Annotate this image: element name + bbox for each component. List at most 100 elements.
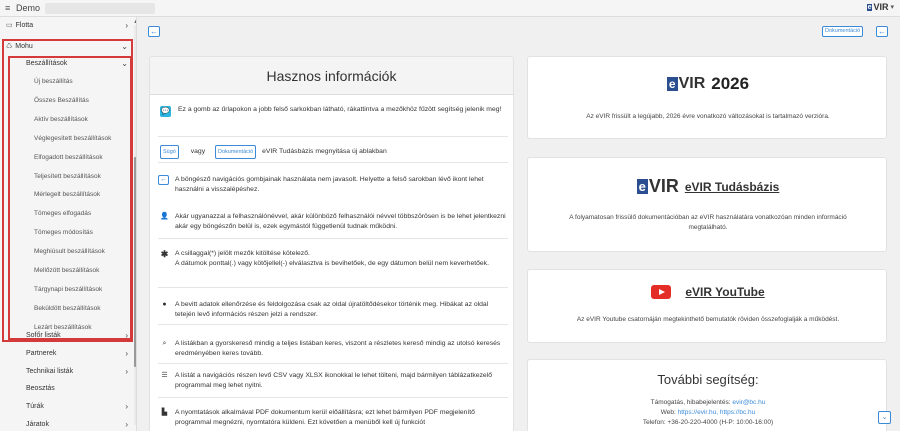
youtube-card[interactable]: eVIR YouTube Az eVIR Youtube csatornáján… — [527, 269, 887, 343]
sidebar-subitem-label: Véglegesített beszállítások — [34, 134, 112, 142]
sidebar-subitem-label: Tömeges módosítás — [34, 229, 93, 237]
back-button[interactable]: ← — [148, 26, 160, 37]
asterisk-icon: ✱ — [160, 249, 169, 259]
sidebar-subitem[interactable]: Mellőzött beszállítások — [0, 267, 132, 274]
support-email-link[interactable]: evir@bc.hu — [732, 399, 765, 406]
sidebar-item-label: Technikai listák — [26, 367, 74, 375]
sidebar-subitem[interactable]: Lezárt beszállítások — [0, 324, 132, 331]
back-button-right[interactable]: ← — [876, 26, 888, 37]
sidebar-subitem-label: Lezárt beszállítások — [34, 323, 92, 331]
info-item-back: ← A böngésző navigációs gombjainak haszn… — [158, 175, 484, 193]
sidebar-subitem[interactable]: Tömeges elfogadás — [0, 210, 132, 217]
sidebar-subitem[interactable]: Beküldött beszállítások — [0, 305, 132, 312]
sidebar-subitem[interactable]: Új beszállítás — [0, 78, 132, 85]
back-arrow-icon: ← — [158, 175, 169, 185]
info-item-list: ☰ A listát a navigációs részen levő CSV … — [161, 372, 492, 389]
sidebar-subitem[interactable]: Tárgynapi beszállítások — [0, 286, 132, 293]
sidebar-item-beszallitasok[interactable]: Beszállítások ⌄ — [0, 59, 132, 68]
sidebar-item[interactable]: Partnerek › — [0, 348, 132, 358]
further-help-card: További segítség: Támogatás, hibabejelen… — [527, 359, 887, 431]
sidebar-item[interactable]: Technikai listák › — [0, 366, 132, 376]
chevron-right-icon: › — [125, 348, 128, 358]
knowledge-base-card[interactable]: e VIR eVIR Tudásbázis A folyamatosan fris… — [527, 157, 887, 252]
info-item-user: 👤 Akár ugyanazzal a felhasználónévvel, a… — [160, 213, 506, 230]
sidebar-subitem-label: Aktív beszállítások — [34, 115, 88, 123]
sidebar-item-label: Flotta — [15, 21, 34, 29]
evir-logo-icon: e VIR — [636, 176, 679, 196]
sidebar-item-label: Sofőr listák — [26, 332, 61, 339]
sidebar-item-label: Túrák — [26, 403, 44, 411]
chevron-down-icon[interactable]: ▾ — [890, 3, 894, 11]
sidebar-item[interactable]: Sofőr listák › — [0, 331, 132, 340]
chevron-down-icon: ⌄ — [121, 41, 128, 51]
blurred-company-name — [45, 2, 156, 14]
info-icon: ● — [162, 301, 167, 308]
sidebar-item-mohu[interactable]: ♺ Mohu ⌄ — [0, 41, 132, 51]
sidebar-subitem-label: Teljesített beszállítások — [34, 172, 101, 180]
page-title: Hasznos információk — [150, 57, 513, 95]
evir-2026-logo: e VIR 2026 — [666, 74, 750, 93]
info-item-help: Ez a gomb az űrlapokon a jobb felső sark… — [178, 106, 502, 113]
sidebar-subitem-label: Tömeges elfogadás — [34, 210, 92, 218]
evir-2026-description: Az eVIR frissült a legújabb, 2026 évre v… — [586, 113, 830, 120]
chevron-right-icon: › — [125, 420, 128, 429]
car-icon: ▭ — [6, 22, 13, 29]
sidebar-item-flotta[interactable]: ▭ Flotta › — [0, 20, 132, 30]
chevron-right-icon: › — [125, 331, 128, 340]
chevron-right-icon: › — [125, 366, 128, 376]
further-help-title: További segítség: — [657, 372, 759, 387]
sidebar-item-label: Járatok — [26, 421, 49, 428]
info-item-search: ⌕ A listákban a gyorskereső mindig a tel… — [158, 339, 510, 359]
web-line: Web: https://evir.hu, https://bc.hu — [660, 409, 756, 416]
sidebar-subitem-label: Új beszállítás — [34, 78, 73, 85]
sidebar: ▲ ▭ Flotta › ♺ Mohu ⌄ Beszállítások ⌄ Új… — [0, 17, 137, 431]
main-content: ← Dokumentáció ← Hasznos információk 💬 E… — [137, 17, 900, 431]
info-item-print: ▙ A nyomtatások alkalmával PDF dokumentu… — [161, 409, 475, 426]
sidebar-subitem[interactable]: Mérlegelt beszállítások — [0, 191, 132, 198]
phone-line: Telefon: +36-20-220-4000 (H-P: 10:00-16:… — [642, 419, 774, 426]
recycle-icon: ♺ — [6, 43, 13, 50]
documentation-button[interactable]: Dokumentáció — [822, 26, 864, 37]
pdf-icon: ▙ — [161, 409, 168, 416]
chevron-down-icon: ⌄ — [121, 59, 128, 68]
list-icon: ☰ — [161, 372, 168, 379]
sidebar-subitem-label: Mellőzött beszállítások — [34, 267, 100, 274]
sidebar-item[interactable]: Járatok › — [0, 420, 132, 429]
sidebar-subitem[interactable]: Aktív beszállítások — [0, 116, 132, 123]
sidebar-subitem-label: Meghiúsult beszállítások — [34, 248, 105, 256]
sidebar-subitem[interactable]: Tömeges módosítás — [0, 229, 132, 236]
youtube-icon — [651, 285, 672, 299]
hamburger-menu-icon[interactable]: ≡ — [5, 3, 15, 13]
info-item-docs: Súgó vagy Dokumentáció eVIR Tudásbázis m… — [158, 145, 510, 159]
sidebar-item[interactable]: Túrák › — [0, 402, 132, 412]
evir-logo: e VIR — [866, 2, 889, 12]
sidebar-subitem[interactable]: Véglegesített beszállítások — [0, 135, 132, 142]
sidebar-item-label: Beszállítások — [26, 60, 68, 67]
sidebar-item[interactable]: Beosztás — [0, 385, 132, 392]
doc-tag: Dokumentáció — [215, 145, 257, 159]
top-bar: ≡ Demo e VIR ▾ — [0, 0, 900, 17]
sidebar-subitem[interactable]: Teljesített beszállítások — [0, 173, 132, 180]
scroll-down-button[interactable]: ⌄ — [878, 411, 891, 424]
web-links[interactable]: https://evir.hu, https://bc.hu — [678, 409, 756, 416]
evir-2026-card: e VIR 2026 Az eVIR frissült a legújabb, 2… — [527, 56, 887, 139]
info-item-validation: ● A bevitt adatok ellenőrzése és feldolg… — [158, 300, 510, 320]
youtube-link[interactable]: eVIR YouTube — [651, 285, 765, 299]
useful-info-card: Hasznos információk 💬 Ez a gomb az űrlap… — [149, 56, 514, 431]
sidebar-item-label: Partnerek — [26, 349, 57, 357]
sidebar-subitem-label: Elfogadott beszállítások — [34, 153, 103, 161]
support-line: Támogatás, hibabejelentés: evir@bc.hu — [650, 399, 766, 406]
search-icon: ⌕ — [162, 340, 167, 347]
sidebar-subitem[interactable]: Elfogadott beszállítások — [0, 154, 132, 161]
knowledge-base-link[interactable]: e VIR eVIR Tudásbázis — [636, 176, 779, 197]
chevron-right-icon: › — [125, 20, 128, 30]
youtube-description: Az eVIR Youtube csatornáján megtekinthet… — [576, 316, 840, 323]
user-menu[interactable]: e VIR ▾ — [866, 2, 894, 12]
info-item-asterisk: ✱ A csillaggal(*) jelölt mezők kitöltése… — [160, 249, 489, 267]
user-icon: 👤 — [160, 213, 169, 220]
sidebar-item-label: Beosztás — [26, 385, 55, 393]
chevron-right-icon: › — [125, 402, 128, 412]
sidebar-subitem-label: Összes Beszállítás — [34, 96, 89, 104]
sidebar-subitem[interactable]: Összes Beszállítás — [0, 97, 132, 104]
sidebar-subitem[interactable]: Meghiúsult beszállítások — [0, 248, 132, 255]
